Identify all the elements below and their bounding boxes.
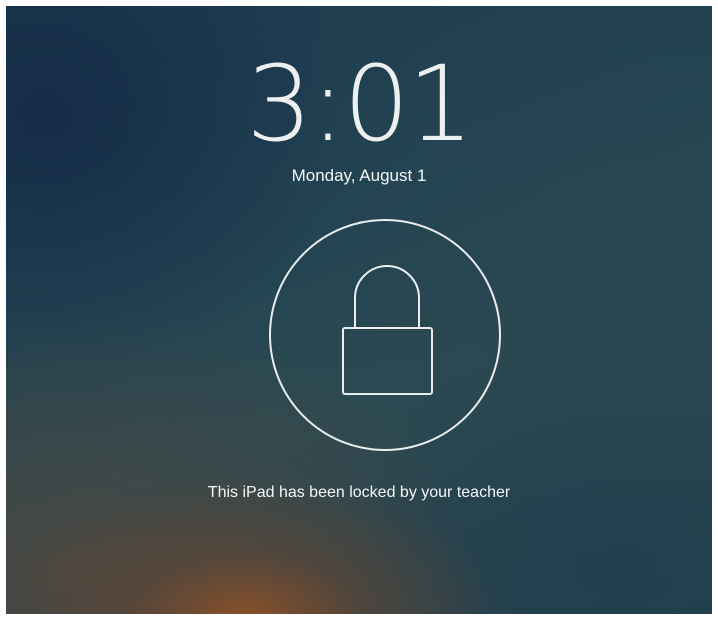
locked-by-teacher-message: This iPad has been locked by your teache…: [207, 484, 511, 501]
lock-screen-date: Monday, August 1: [291, 166, 427, 185]
lock-circle: [269, 219, 501, 451]
padlock-icon: [342, 265, 433, 395]
lock-screen-time: 3:01: [246, 43, 474, 165]
lock-screen: 3:01 Monday, August 1 This iPad has been…: [6, 6, 712, 614]
